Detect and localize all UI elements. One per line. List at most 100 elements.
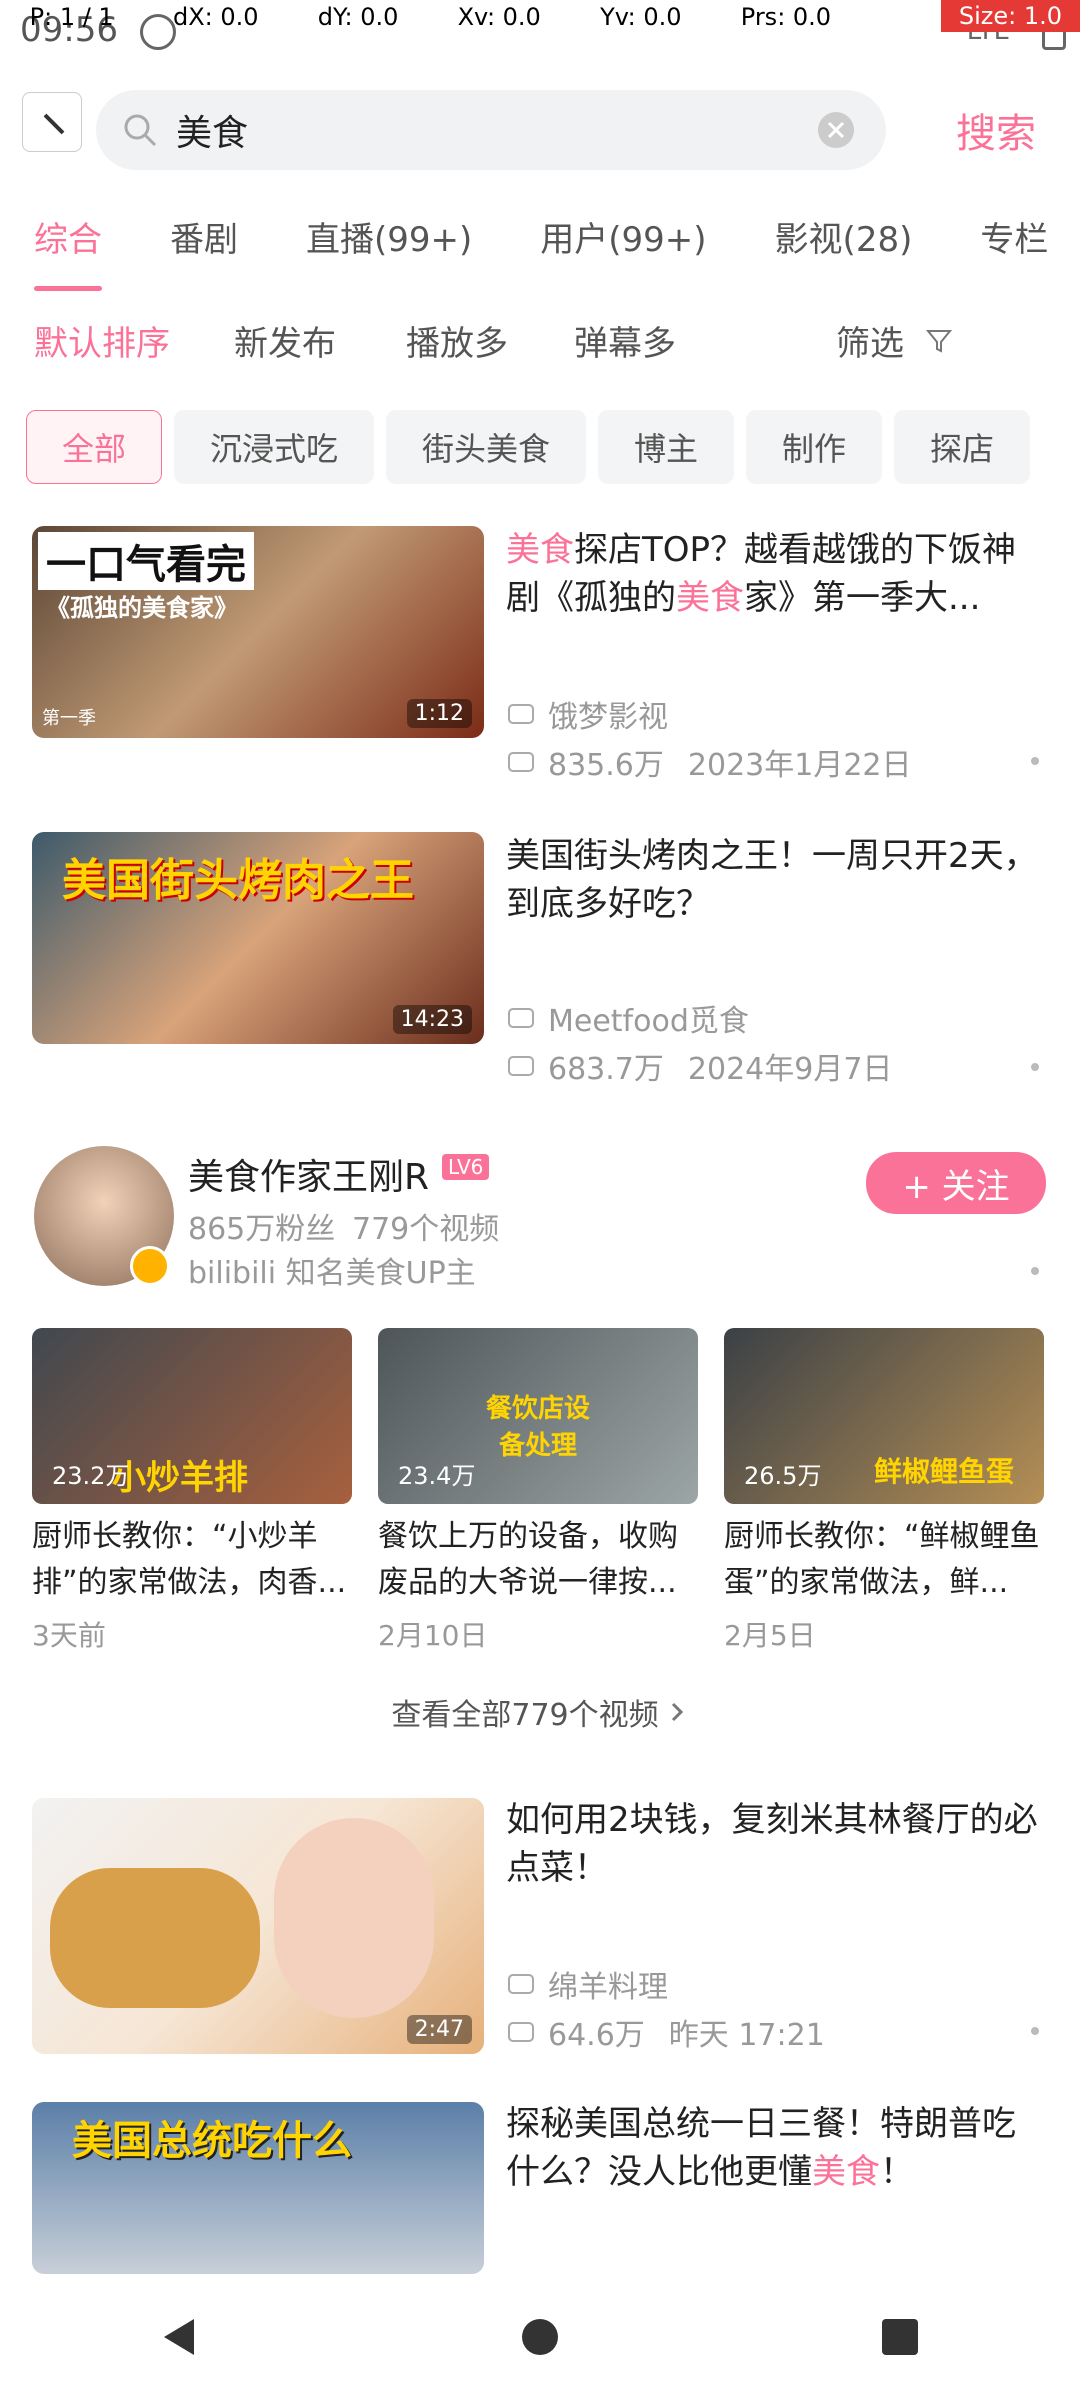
user-video-title[interactable]: 厨师长教你：“鲜椒鲤鱼蛋”的家常做法，鲜... bbox=[724, 1514, 1044, 1606]
uploader-row: Meetfood觅食 bbox=[506, 996, 749, 1040]
video-title[interactable]: 探秘美国总统一日三餐！特朗普吃什么？没人比他更懂美食！ bbox=[506, 2100, 1046, 2196]
chip-blogger[interactable]: 博主 bbox=[598, 410, 734, 484]
debug-size: Size: 1.0 bbox=[940, 0, 1080, 32]
more-options-icon[interactable] bbox=[1026, 1262, 1044, 1280]
user-video-thumbnail[interactable]: 餐饮店设备处理 23.4万 bbox=[378, 1328, 698, 1504]
video-duration: 14:23 bbox=[392, 1005, 472, 1034]
category-chips: 全部 沉浸式吃 街头美食 博主 制作 探店 bbox=[0, 392, 1080, 502]
filter-icon[interactable] bbox=[924, 325, 954, 355]
stats-row: 835.6万 2023年1月22日 bbox=[506, 740, 912, 784]
tab-bangumi[interactable]: 番剧 bbox=[136, 212, 272, 261]
follow-button[interactable]: + 关注 bbox=[866, 1152, 1046, 1214]
chevron-right-icon bbox=[671, 1702, 683, 1722]
stats-row: 683.7万 2024年9月7日 bbox=[506, 1044, 892, 1088]
stats-row: 64.6万 昨天 17:21 bbox=[506, 2010, 825, 2054]
back-button[interactable] bbox=[22, 92, 82, 152]
search-input[interactable]: 美食 bbox=[96, 90, 886, 170]
publish-date: 2024年9月7日 bbox=[687, 1052, 893, 1087]
sort-bar: 默认排序 新发布 播放多 弹幕多 筛选 bbox=[0, 290, 1080, 390]
title-text: 探秘美国总统一日三餐！特朗普吃什么？没人比他更懂 bbox=[506, 2104, 1016, 2192]
view-count: 64.6万 bbox=[548, 2018, 645, 2053]
tab-users[interactable]: 用户(99+) bbox=[506, 212, 740, 261]
uploader-name[interactable]: 绵羊料理 bbox=[548, 1962, 668, 2006]
thumb-caption: 一口气看完 bbox=[38, 532, 254, 590]
publish-date: 昨天 17:21 bbox=[668, 2018, 825, 2053]
tab-film[interactable]: 影视(28) bbox=[741, 212, 947, 261]
search-query: 美食 bbox=[176, 113, 249, 154]
uploader-icon bbox=[508, 1008, 534, 1028]
back-nav-icon[interactable] bbox=[158, 2315, 202, 2359]
debug-xv: Xv: 0.0 bbox=[457, 3, 541, 31]
uploader-row: 绵羊料理 bbox=[506, 1962, 668, 2006]
clear-icon[interactable] bbox=[816, 110, 856, 150]
tab-column[interactable]: 专栏 bbox=[946, 212, 1080, 261]
user-video-thumbnail[interactable]: 小炒羊排 23.2万 bbox=[32, 1328, 352, 1504]
publish-date: 2023年1月22日 bbox=[687, 748, 912, 783]
user-video-date: 2月10日 bbox=[378, 1619, 488, 1652]
thumb-caption: 美国总统吃什么 bbox=[72, 2118, 352, 2164]
sort-danmaku[interactable]: 弹幕多 bbox=[574, 316, 676, 365]
debug-dx: dX: 0.0 bbox=[172, 3, 259, 31]
title-highlight: 美食 bbox=[506, 530, 574, 570]
title-text: 家》第一季大... bbox=[744, 578, 981, 618]
chip-street-food[interactable]: 街头美食 bbox=[386, 410, 586, 484]
search-icon bbox=[124, 114, 157, 147]
sort-default[interactable]: 默认排序 bbox=[34, 316, 170, 365]
debug-pointer: P: 1 / 1 bbox=[29, 3, 114, 31]
user-name[interactable]: 美食作家王刚R bbox=[188, 1148, 429, 1200]
debug-yv: Yv: 0.0 bbox=[600, 3, 682, 31]
title-highlight: 美食 bbox=[676, 578, 744, 618]
view-count: 683.7万 bbox=[548, 1052, 664, 1087]
view-count: 23.2万 bbox=[52, 1462, 130, 1490]
user-video-title[interactable]: 餐饮上万的设备，收购废品的大爷说一律按... bbox=[378, 1514, 698, 1606]
filter-button[interactable]: 筛选 bbox=[836, 316, 904, 365]
user-video-date: 3天前 bbox=[32, 1619, 106, 1652]
video-thumbnail[interactable]: 美国总统吃什么 bbox=[32, 2102, 484, 2274]
user-video-thumbnail[interactable]: 鲜椒鲤鱼蛋 26.5万 bbox=[724, 1328, 1044, 1504]
level-badge: LV6 bbox=[442, 1154, 490, 1180]
video-thumbnail[interactable]: 美国街头烤肉之王 14:23 bbox=[32, 832, 484, 1044]
thumb-caption: 餐饮店设备处理 bbox=[485, 1394, 590, 1461]
uploader-name[interactable]: 饿梦影视 bbox=[548, 692, 668, 736]
video-card[interactable]: 2:47 如何用2块钱，复刻米其林餐厅的必点菜！ 绵羊料理 64.6万 昨天 1… bbox=[0, 1772, 1080, 2072]
video-thumbnail[interactable]: 2:47 bbox=[32, 1798, 484, 2054]
view-count: 23.4万 bbox=[398, 1462, 476, 1490]
thumb-caption: 鲜椒鲤鱼蛋 bbox=[874, 1455, 1015, 1488]
user-video-title[interactable]: 厨师长教你：“小炒羊排”的家常做法，肉香... bbox=[32, 1514, 352, 1606]
video-title[interactable]: 如何用2块钱，复刻米其林餐厅的必点菜！ bbox=[506, 1796, 1046, 1892]
chip-immersive[interactable]: 沉浸式吃 bbox=[174, 410, 374, 484]
more-options-icon[interactable] bbox=[1026, 752, 1044, 770]
chip-all[interactable]: 全部 bbox=[26, 410, 162, 484]
back-arrow-icon bbox=[43, 113, 65, 135]
home-nav-icon[interactable] bbox=[518, 2315, 562, 2359]
search-button[interactable]: 搜索 bbox=[912, 90, 1080, 170]
sort-plays[interactable]: 播放多 bbox=[406, 316, 508, 365]
tab-all[interactable]: 综合 bbox=[0, 212, 136, 291]
title-highlight: 美食 bbox=[812, 2152, 880, 2192]
video-duration: 1:12 bbox=[406, 699, 472, 728]
fans-count: 865万粉丝 bbox=[188, 1212, 336, 1247]
video-card[interactable]: 美国街头烤肉之王 14:23 美国街头烤肉之王！一周只开2天，到底多好吃？ Me… bbox=[0, 808, 1080, 1108]
video-card[interactable]: 一口气看完 《孤独的美食家》 第一季 1:12 美食探店TOP？越看越饿的下饭神… bbox=[0, 506, 1080, 806]
play-count-icon bbox=[508, 1056, 534, 1076]
see-all-videos-link[interactable]: 查看全部779个视频 bbox=[0, 1676, 1080, 1748]
user-video-date: 2月5日 bbox=[724, 1619, 816, 1652]
thumb-caption: 小炒羊排 bbox=[112, 1458, 248, 1498]
uploader-icon bbox=[508, 1974, 534, 1994]
user-card[interactable]: 美食作家王刚R LV6 865万粉丝 779个视频 bilibili 知名美食U… bbox=[0, 1112, 1080, 1322]
video-card[interactable]: 美国总统吃什么 探秘美国总统一日三餐！特朗普吃什么？没人比他更懂美食！ bbox=[0, 2076, 1080, 2274]
more-options-icon[interactable] bbox=[1026, 1058, 1044, 1076]
uploader-icon bbox=[508, 704, 534, 724]
video-title[interactable]: 美食探店TOP？越看越饿的下饭神剧《孤独的美食家》第一季大... bbox=[506, 526, 1046, 622]
recents-nav-icon[interactable] bbox=[878, 2315, 922, 2359]
chip-making[interactable]: 制作 bbox=[746, 410, 882, 484]
video-thumbnail[interactable]: 一口气看完 《孤独的美食家》 第一季 1:12 bbox=[32, 526, 484, 738]
tab-live[interactable]: 直播(99+) bbox=[272, 212, 506, 261]
thumb-caption: 美国街头烤肉之王 bbox=[62, 855, 414, 906]
more-options-icon[interactable] bbox=[1026, 2022, 1044, 2040]
chip-explore[interactable]: 探店 bbox=[894, 410, 1030, 484]
face-illustration bbox=[274, 1818, 434, 2018]
video-title[interactable]: 美国街头烤肉之王！一周只开2天，到底多好吃？ bbox=[506, 832, 1046, 928]
uploader-name[interactable]: Meetfood觅食 bbox=[548, 996, 749, 1040]
sort-new[interactable]: 新发布 bbox=[234, 316, 336, 365]
